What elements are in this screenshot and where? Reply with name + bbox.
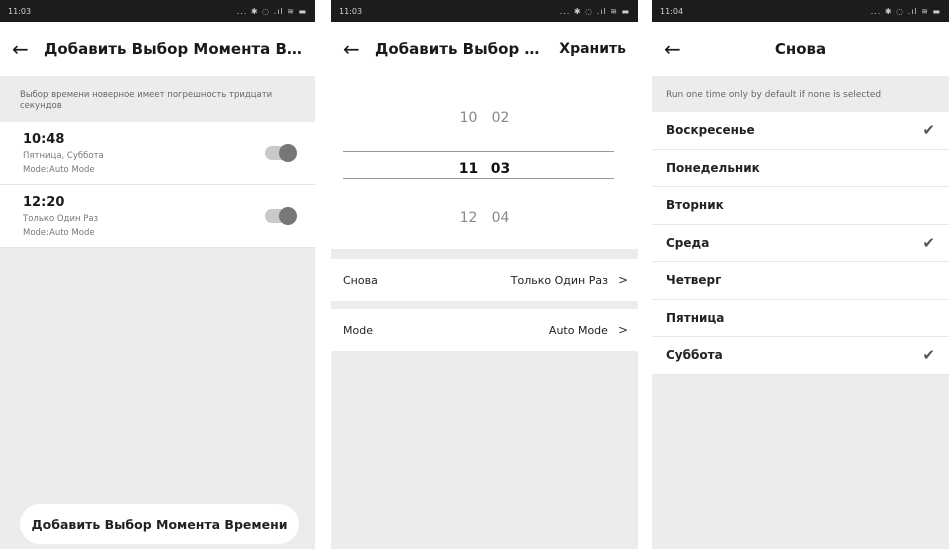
status-icons: ... ✱ ◌ .ıl ≋ ▬ <box>870 6 941 16</box>
picker-row-selected[interactable]: 11 03 <box>331 161 638 177</box>
alarm-toggle[interactable] <box>265 207 297 226</box>
page-title: Добавить Выбор Момента Вре... <box>44 40 303 58</box>
alarm-time: 10:48 <box>23 132 65 148</box>
time-picker[interactable]: 10 02 11 03 12 04 <box>331 76 638 249</box>
back-arrow-icon[interactable]: ← <box>343 37 375 61</box>
accuracy-notice: Выбор времени новерное имеет погрешность… <box>0 76 315 123</box>
chevron-right-icon: > <box>617 323 628 337</box>
back-arrow-icon[interactable]: ← <box>12 37 44 61</box>
chevron-right-icon: > <box>617 273 628 287</box>
status-time: 11:04 <box>660 6 684 16</box>
picker-divider <box>343 178 614 179</box>
toggle-knob <box>279 144 297 163</box>
add-alarm-screen: 11:03 ... ✱ ◌ .ıl ≋ ▬ ← Добавить Выбор М… <box>331 0 638 549</box>
save-button[interactable]: Хранить <box>559 41 626 57</box>
picker-hour: 12 <box>459 210 478 226</box>
status-bar: 11:03 ... ✱ ◌ .ıl ≋ ▬ <box>0 0 315 22</box>
status-icons: ... ✱ ◌ .ıl ≋ ▬ <box>559 6 630 16</box>
alarm-toggle[interactable] <box>265 144 297 163</box>
alarm-days: Только Один Раз <box>23 214 99 225</box>
mode-value: Auto Mode <box>548 323 608 337</box>
alarm-mode: Mode:Auto Mode <box>23 228 95 239</box>
day-label: Среда <box>666 235 710 250</box>
picker-minute: 04 <box>491 210 510 226</box>
day-option-friday[interactable]: Пятница <box>652 299 949 337</box>
repeat-days-screen: 11:04 ... ✱ ◌ .ıl ≋ ▬ ← Снова Run one ti… <box>652 0 949 549</box>
app-header: ← Снова <box>652 22 949 76</box>
picker-row[interactable]: 12 04 <box>331 210 638 226</box>
alarm-time: 12:20 <box>23 195 65 211</box>
status-bar: 11:03 ... ✱ ◌ .ıl ≋ ▬ <box>331 0 638 22</box>
add-time-button[interactable]: Добавить Выбор Момента Времени <box>20 504 299 544</box>
page-title: Снова <box>774 40 827 58</box>
app-header: ← Добавить Выбор Момента Вре... <box>0 22 315 76</box>
repeat-setting[interactable]: Снова Только Один Раз > <box>331 259 638 301</box>
picker-minute: 03 <box>490 161 511 177</box>
day-option-monday[interactable]: Понедельник <box>652 149 949 187</box>
day-label: Вторник <box>666 198 724 213</box>
repeat-value: Только Один Раз <box>510 273 608 287</box>
alarm-item[interactable]: 10:48 Пятница, Суббота Mode:Auto Mode <box>0 122 315 186</box>
alarm-mode: Mode:Auto Mode <box>23 165 95 176</box>
day-option-wednesday[interactable]: Среда ✔ <box>652 224 949 262</box>
day-label: Суббота <box>666 348 723 363</box>
check-icon: ✔ <box>922 121 935 140</box>
alarm-days: Пятница, Суббота <box>23 151 104 162</box>
day-option-thursday[interactable]: Четверг <box>652 262 949 300</box>
day-label: Воскресенье <box>666 123 755 138</box>
status-icons: ... ✱ ◌ .ıl ≋ ▬ <box>236 6 307 16</box>
picker-minute: 02 <box>491 110 510 126</box>
picker-hour: 11 <box>458 161 479 177</box>
alarm-list-screen: 11:03 ... ✱ ◌ .ıl ≋ ▬ ← Добавить Выбор М… <box>0 0 315 549</box>
page-title: Добавить Выбор Мо... <box>375 40 554 58</box>
check-icon: ✔ <box>922 346 935 365</box>
day-label: Пятница <box>666 310 725 325</box>
app-header: ← Добавить Выбор Мо... Хранить <box>331 22 638 76</box>
day-label: Понедельник <box>666 160 760 175</box>
back-arrow-icon[interactable]: ← <box>664 37 696 61</box>
toggle-knob <box>279 207 297 226</box>
day-option-sunday[interactable]: Воскресенье ✔ <box>652 112 949 150</box>
picker-row[interactable]: 10 02 <box>331 110 638 126</box>
alarm-item[interactable]: 12:20 Только Один Раз Mode:Auto Mode <box>0 185 315 249</box>
status-time: 11:03 <box>8 6 32 16</box>
default-hint: Run one time only by default if none is … <box>666 90 882 100</box>
status-time: 11:03 <box>339 6 363 16</box>
day-option-tuesday[interactable]: Вторник <box>652 187 949 225</box>
check-icon: ✔ <box>922 233 935 252</box>
picker-hour: 10 <box>459 110 478 126</box>
repeat-label: Снова <box>343 273 378 287</box>
day-option-saturday[interactable]: Суббота ✔ <box>652 337 949 375</box>
status-bar: 11:04 ... ✱ ◌ .ıl ≋ ▬ <box>652 0 949 22</box>
mode-setting[interactable]: Mode Auto Mode > <box>331 309 638 351</box>
day-label: Четверг <box>666 273 722 288</box>
mode-label: Mode <box>343 323 373 337</box>
picker-divider <box>343 151 614 152</box>
